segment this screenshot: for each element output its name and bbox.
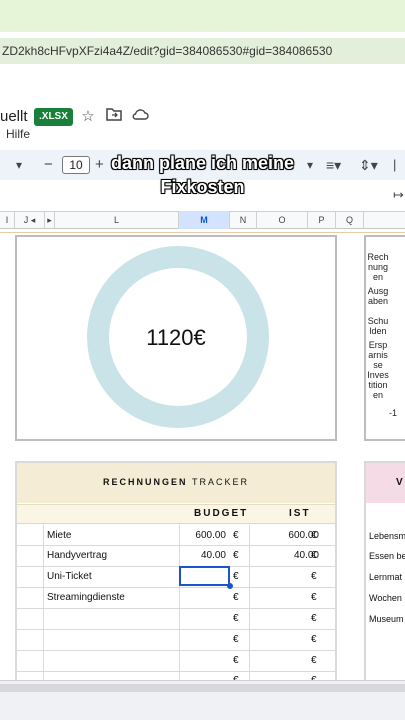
currency-symbol: € (311, 571, 317, 582)
currency-symbol: € (311, 530, 317, 541)
row-label[interactable]: Uni-Ticket (47, 571, 92, 582)
selected-cell[interactable] (179, 566, 230, 586)
currency-symbol: € (311, 634, 317, 645)
column-header[interactable]: I (0, 211, 15, 229)
budget-column-header: BUDGET (194, 508, 249, 519)
row-divider (17, 650, 335, 651)
move-to-folder-icon[interactable] (104, 107, 124, 127)
currency-symbol: € (311, 592, 317, 603)
cloud-icon[interactable] (130, 107, 150, 127)
column-header-selected[interactable]: M (179, 211, 230, 229)
row-divider (17, 566, 335, 567)
column-header[interactable]: ▸ (45, 211, 55, 229)
currency-symbol: € (233, 571, 239, 582)
currency-symbol: € (233, 550, 239, 561)
row-label[interactable]: Lernmat (369, 572, 402, 582)
row-label[interactable]: Wochen (369, 593, 402, 603)
document-title[interactable]: uellt (0, 108, 28, 125)
tracker-title: RECHNUNGEN TRACKER (17, 477, 335, 487)
horizontal-scrollbar[interactable] (0, 684, 405, 692)
donut-center-value: 1120€ (146, 325, 206, 350)
column-header[interactable]: O (257, 211, 308, 229)
row-label[interactable]: Miete (47, 530, 71, 541)
fill-handle[interactable] (227, 583, 233, 589)
budget-value[interactable]: 600.00 (180, 530, 226, 541)
browser-top-bar (0, 0, 405, 32)
column-header[interactable]: L (55, 211, 179, 229)
currency-symbol: € (311, 655, 317, 666)
row-divider (17, 587, 335, 588)
menu-help[interactable]: Hilfe (6, 127, 30, 141)
row-divider (0, 232, 405, 233)
row-divider (17, 608, 335, 609)
grid-line (43, 525, 44, 685)
column-header[interactable]: N (230, 211, 257, 229)
column-header[interactable]: P (308, 211, 336, 229)
currency-symbol: € (233, 634, 239, 645)
grid-line (179, 525, 180, 685)
chart-legend-item: Ausg aben (367, 286, 389, 306)
tracker-column-headers (17, 504, 335, 524)
ist-column-header: IST (289, 508, 311, 519)
file-format-badge: .XLSX (34, 108, 73, 126)
row-label[interactable]: Lebensm (369, 531, 405, 541)
currency-symbol: € (233, 613, 239, 624)
row-label[interactable]: Handyvertrag (47, 550, 107, 561)
variable-costs-title: V (396, 477, 403, 488)
video-caption-line1: dann plane ich meine (110, 153, 295, 173)
budget-value[interactable]: 40.00 (180, 550, 226, 561)
column-header[interactable]: Q (336, 211, 364, 229)
row-label[interactable]: Streamingdienste (47, 592, 125, 603)
chart-legend-item: Inves tition en (367, 370, 389, 400)
currency-symbol: € (311, 550, 317, 561)
row-label[interactable]: Museum (369, 614, 404, 624)
row-divider (17, 629, 335, 630)
row-label[interactable]: Essen be (369, 551, 405, 561)
tracker-title-rest: TRACKER (192, 477, 250, 487)
video-caption-line2: Fixkosten (160, 177, 245, 197)
tracker-title-bold: RECHNUNGEN (102, 477, 188, 487)
row-divider (17, 545, 335, 546)
url-text[interactable]: ZD2kh8cHFvpXFzi4a4Z/edit?gid=384086530#g… (2, 44, 332, 58)
chart-legend-item: Ersp arnis se (368, 340, 388, 370)
currency-symbol: € (233, 592, 239, 603)
chart-legend-item: Schu lden (367, 316, 389, 336)
column-header[interactable]: J ◂ (15, 211, 45, 229)
row-divider (17, 671, 335, 672)
currency-symbol: € (233, 530, 239, 541)
star-icon[interactable]: ☆ (78, 107, 98, 127)
chart-legend-item: Rech nung en (367, 252, 389, 282)
grid-line (249, 525, 250, 685)
chart-axis-tick: -1 (389, 408, 398, 418)
currency-symbol: € (311, 613, 317, 624)
currency-symbol: € (233, 655, 239, 666)
